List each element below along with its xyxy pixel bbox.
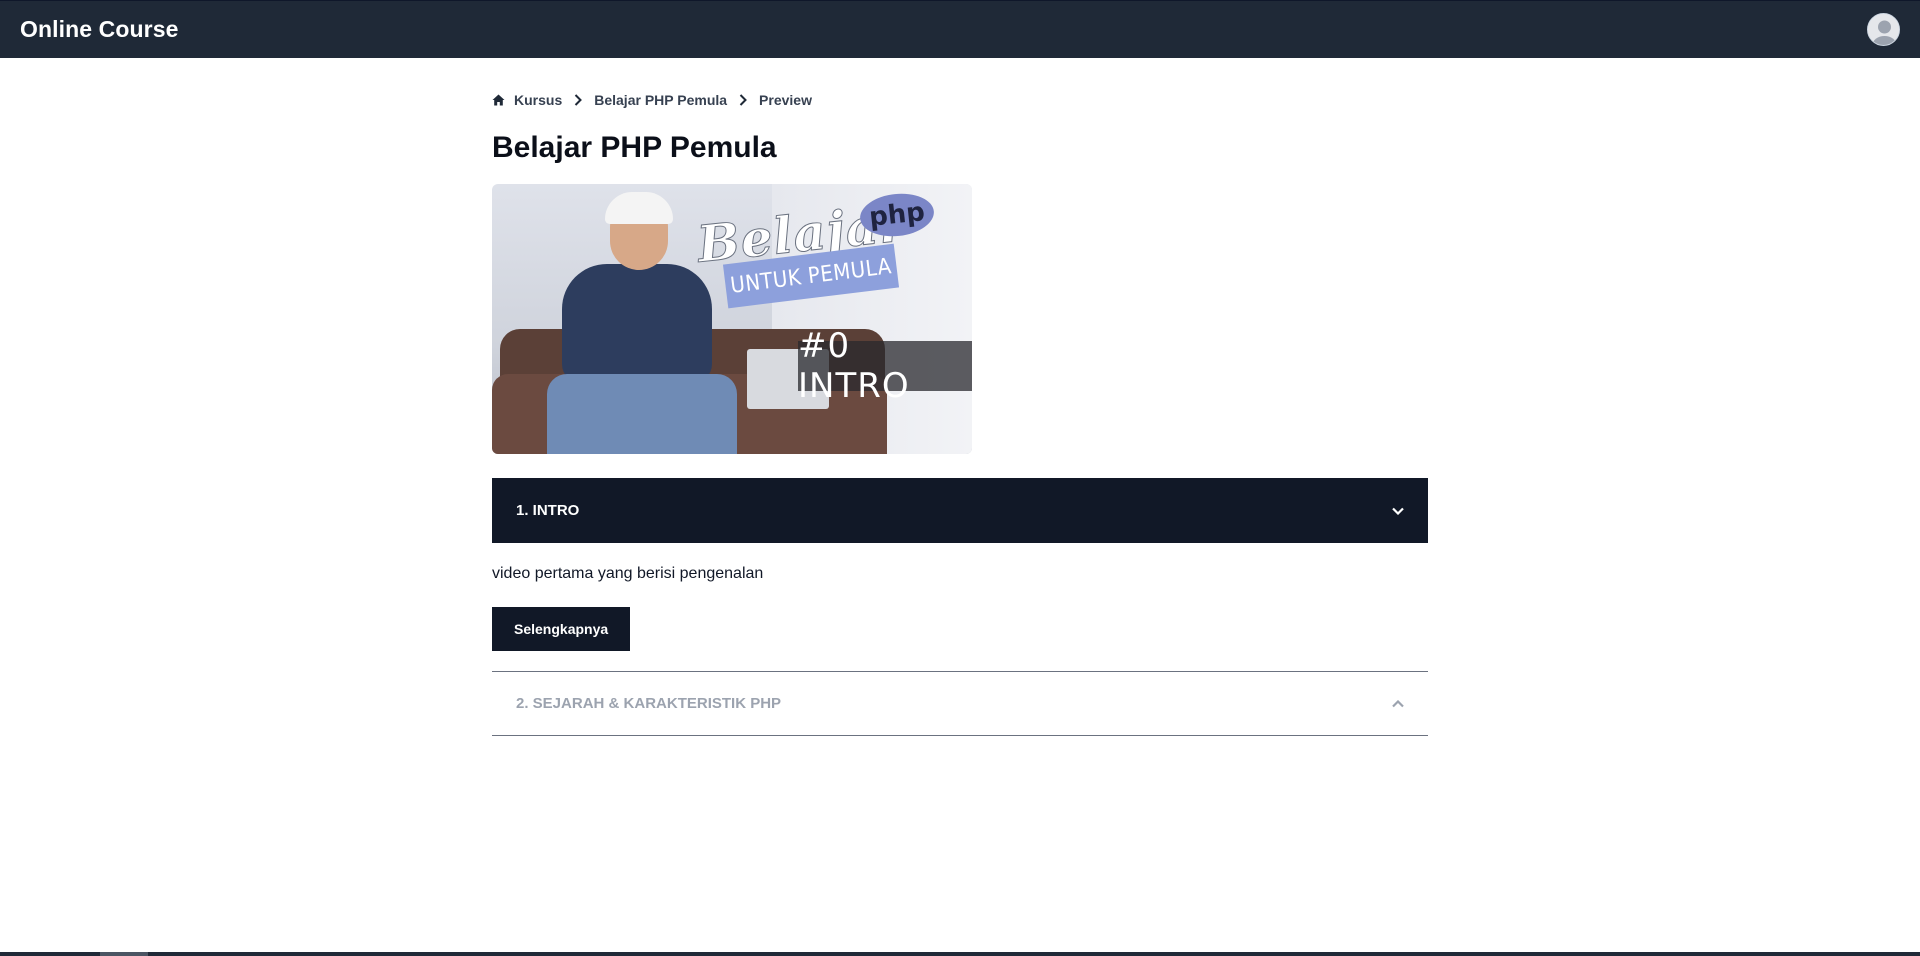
user-avatar-icon[interactable] bbox=[1867, 13, 1900, 46]
accordion-item-title: 1. INTRO bbox=[516, 502, 580, 519]
chevron-right-icon bbox=[574, 94, 583, 106]
chevron-down-icon[interactable] bbox=[1392, 502, 1404, 519]
breadcrumb-item-course[interactable]: Belajar PHP Pemula bbox=[594, 92, 727, 108]
accordion-item-title: 2. SEJARAH & KARAKTERISTIK PHP bbox=[516, 695, 782, 712]
breadcrumb: Kursus Belajar PHP Pemula Preview bbox=[492, 90, 1428, 110]
accordion-item-intro-header[interactable]: 1. INTRO bbox=[492, 478, 1428, 543]
thumbnail-person-cap bbox=[605, 192, 673, 224]
accordion-item-history-header[interactable]: 2. SEJARAH & KARAKTERISTIK PHP bbox=[492, 671, 1428, 736]
home-icon[interactable] bbox=[492, 94, 505, 106]
course-thumbnail[interactable]: Belajar php UNTUK PEMULA #0 INTRO bbox=[492, 184, 972, 454]
accordion-item-intro-body: video pertama yang berisi pengenalan Sel… bbox=[492, 543, 1428, 671]
breadcrumb-item-preview: Preview bbox=[759, 92, 812, 108]
chevron-right-icon bbox=[739, 94, 747, 106]
scrollbar-thumb[interactable] bbox=[100, 952, 148, 956]
chevron-up-icon[interactable] bbox=[1392, 695, 1404, 712]
lesson-description: video pertama yang berisi pengenalan bbox=[492, 565, 764, 582]
more-details-button[interactable]: Selengkapnya bbox=[492, 607, 631, 651]
bottom-scrollbar[interactable] bbox=[0, 952, 1920, 956]
thumbnail-episode-label: #0 INTRO bbox=[798, 326, 972, 406]
brand-title[interactable]: Online Course bbox=[20, 16, 179, 43]
thumbnail-person-jeans bbox=[547, 374, 737, 454]
page-title: Belajar PHP Pemula bbox=[492, 131, 777, 164]
user-silhouette-icon bbox=[1868, 14, 1899, 45]
thumbnail-person-shirt bbox=[562, 264, 712, 384]
lesson-accordion: 1. INTRO video pertama yang berisi penge… bbox=[492, 478, 1428, 736]
main-content: Kursus Belajar PHP Pemula Preview Belaja… bbox=[492, 58, 1428, 736]
breadcrumb-item-kursus[interactable]: Kursus bbox=[514, 92, 562, 108]
top-navbar: Online Course bbox=[0, 0, 1920, 58]
